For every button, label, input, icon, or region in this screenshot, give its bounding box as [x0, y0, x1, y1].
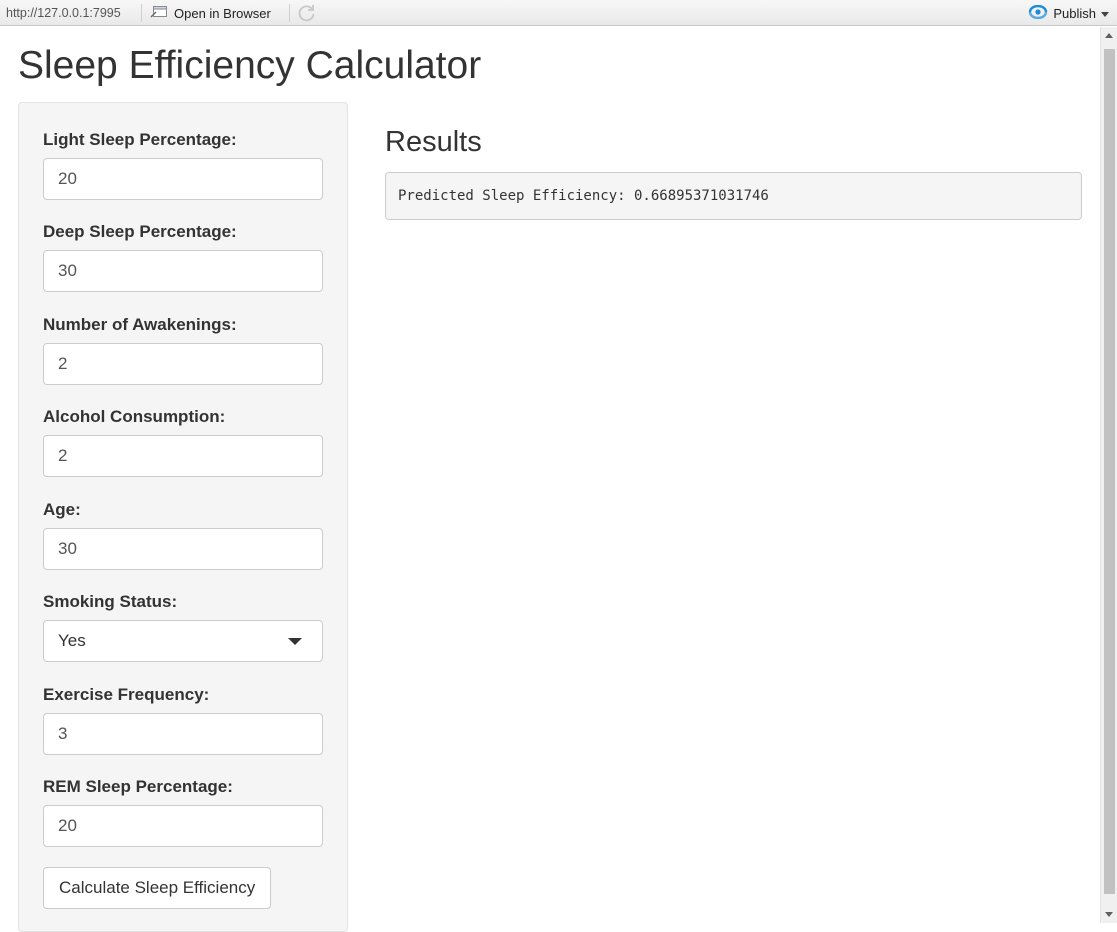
scroll-down-icon[interactable]	[1101, 906, 1117, 923]
vertical-scrollbar[interactable]	[1100, 27, 1117, 923]
browser-window-icon	[150, 5, 168, 22]
chevron-down-icon	[1101, 6, 1109, 21]
results-output: Predicted Sleep Efficiency: 0.6689537103…	[385, 172, 1082, 220]
scroll-up-icon[interactable]	[1101, 27, 1117, 44]
exercise-frequency-label: Exercise Frequency:	[43, 685, 210, 704]
results-heading: Results	[385, 126, 482, 158]
deep-sleep-label: Deep Sleep Percentage:	[43, 222, 237, 241]
input-sidebar-panel: Light Sleep Percentage: 20 Deep Sleep Pe…	[18, 102, 348, 932]
refresh-icon[interactable]	[297, 3, 317, 23]
caret-down-icon	[288, 637, 302, 645]
light-sleep-label: Light Sleep Percentage:	[43, 130, 237, 149]
alcohol-label: Alcohol Consumption:	[43, 407, 226, 426]
rem-sleep-label: REM Sleep Percentage:	[43, 777, 233, 796]
smoking-status-select[interactable]: Yes	[43, 620, 323, 662]
age-label: Age:	[43, 500, 81, 519]
calculate-sleep-efficiency-button[interactable]: Calculate Sleep Efficiency	[43, 867, 272, 909]
open-in-browser-button[interactable]: Open in Browser	[150, 4, 271, 22]
open-in-browser-label: Open in Browser	[174, 5, 271, 21]
rem-sleep-input[interactable]: 20	[43, 805, 323, 847]
toolbar-divider	[141, 4, 142, 22]
exercise-frequency-input[interactable]: 3	[43, 713, 323, 755]
toolbar-divider	[289, 4, 290, 22]
alcohol-input[interactable]: 2	[43, 435, 323, 477]
publish-button[interactable]: Publish	[1028, 4, 1109, 22]
viewer-toolbar: http://127.0.0.1:7995 Open in Browser Pu…	[0, 0, 1117, 26]
smoking-status-value: Yes	[58, 631, 86, 650]
awakenings-input[interactable]: 2	[43, 343, 323, 385]
smoking-status-label: Smoking Status:	[43, 592, 178, 611]
url-display: http://127.0.0.1:7995	[6, 6, 121, 20]
deep-sleep-input[interactable]: 30	[43, 250, 323, 292]
light-sleep-input[interactable]: 20	[43, 158, 323, 200]
scrollbar-thumb[interactable]	[1104, 49, 1115, 894]
age-input[interactable]: 30	[43, 528, 323, 570]
page-title: Sleep Efficiency Calculator	[18, 44, 482, 87]
publish-icon	[1028, 4, 1048, 22]
awakenings-label: Number of Awakenings:	[43, 315, 237, 334]
publish-label: Publish	[1053, 5, 1096, 21]
